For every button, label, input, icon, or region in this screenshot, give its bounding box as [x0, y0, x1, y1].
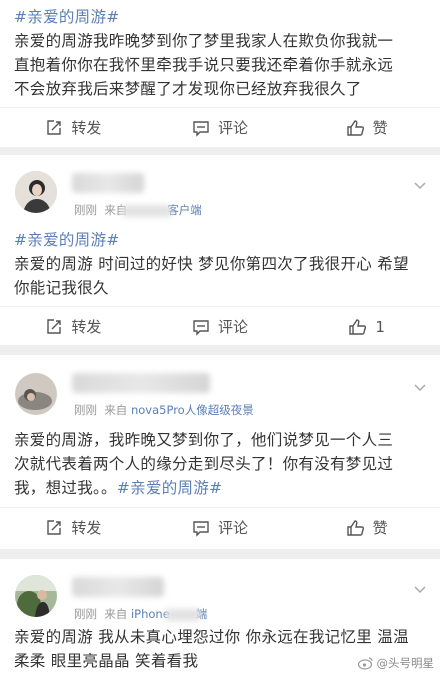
- repost-icon: [47, 519, 62, 535]
- chevron-down-icon[interactable]: [412, 177, 428, 193]
- post-4-header: 刚刚 来自 iPhone 端: [0, 569, 440, 625]
- source-blurred: [123, 204, 172, 217]
- post-1-line-2: 直抱着你你在我怀里牵我手说只要我还牵着你手就永远: [14, 56, 394, 74]
- post-card-4: 刚刚 来自 iPhone 端 亲爱的周游 我从未真心埋怨过你 你永远在我记忆里 温…: [0, 559, 440, 679]
- post-3-like-button[interactable]: 赞: [293, 508, 440, 547]
- post-4-line-1: 亲爱的周游 我从未真心埋怨过你 你永远在我记忆里 温温: [14, 628, 409, 646]
- card-divider: [0, 147, 440, 155]
- post-3-line-1: 亲爱的周游，我昨晚又梦到你了，他们说梦见一个人三: [14, 431, 394, 449]
- post-card-3: 刚刚 来自 nova5Pro人像超级夜景 亲爱的周游，我昨晚又梦到你了，他们说梦…: [0, 355, 440, 549]
- post-3-topic-tag[interactable]: #亲爱的周游#: [117, 479, 223, 497]
- post-2-text: #亲爱的周游# 亲爱的周游 时间过的好快 梦见你第四次了我很开心 希望 你能记我…: [0, 228, 423, 300]
- post-2-header: 刚刚 来自 客户端: [0, 165, 440, 221]
- post-2-line-1: 亲爱的周游 时间过的好快 梦见你第四次了我很开心 希望: [14, 255, 409, 273]
- username-blurred[interactable]: [72, 373, 210, 393]
- post-3-header: 刚刚 来自 nova5Pro人像超级夜景: [0, 365, 440, 421]
- post-2-line-2: 你能记我很久: [14, 279, 109, 297]
- repost-icon: [47, 318, 62, 334]
- avatar[interactable]: [15, 575, 57, 617]
- like-label: 赞: [372, 519, 388, 537]
- post-card-1: #亲爱的周游# 亲爱的周游我昨晚梦到你了梦里我家人在欺负你我就一 直抱着你你在我…: [0, 0, 440, 147]
- post-1-comment-button[interactable]: 评论: [147, 108, 294, 147]
- from-label: 来自: [104, 403, 128, 417]
- username-blurred[interactable]: [72, 577, 164, 597]
- like-count: 1: [375, 317, 385, 336]
- post-1-line-1: 亲爱的周游我昨晚梦到你了梦里我家人在欺负你我就一: [14, 32, 394, 50]
- thumbs-up-icon: [346, 519, 364, 536]
- post-3-line-3: 我，想过我。。#亲爱的周游#: [14, 476, 393, 500]
- post-1-repost-button[interactable]: 转发: [0, 108, 147, 147]
- post-3-comment-button[interactable]: 评论: [147, 508, 294, 547]
- post-1-action-bar: 转发 评论 赞: [0, 107, 440, 147]
- post-1-text: #亲爱的周游# 亲爱的周游我昨晚梦到你了梦里我家人在欺负你我就一 直抱着你你在我…: [0, 5, 407, 101]
- post-3-repost-button[interactable]: 转发: [0, 508, 147, 547]
- post-3-line-2: 次就代表着两个人的缘分走到尽头了！你有没有梦见过: [14, 455, 394, 473]
- post-source[interactable]: nova5Pro人像超级夜景: [131, 403, 254, 417]
- post-3-action-bar: 转发 评论 赞: [0, 507, 440, 547]
- post-4-line-2: 柔柔 眼里亮晶晶 笑着看我: [14, 652, 199, 670]
- thumbs-up-icon: [349, 318, 367, 335]
- comment-label: 评论: [218, 119, 249, 137]
- post-1-line-3: 不会放弃我后来梦醒了才发现你已经放弃我很久了: [14, 80, 362, 98]
- chevron-down-icon[interactable]: [412, 581, 428, 597]
- post-1-topic-tag[interactable]: #亲爱的周游#: [14, 8, 120, 26]
- comment-icon: [193, 120, 209, 137]
- from-label: 来自: [104, 607, 128, 621]
- post-3-line-3-text: 我，想过我。。: [14, 479, 117, 497]
- source-blurred: [165, 608, 200, 621]
- post-2-comment-button[interactable]: 评论: [147, 307, 294, 346]
- post-2-meta: 刚刚 来自 客户端: [74, 202, 202, 218]
- repost-label: 转发: [71, 119, 102, 137]
- comment-icon: [193, 520, 209, 537]
- card-divider: [0, 345, 440, 355]
- post-3-text: 亲爱的周游，我昨晚又梦到你了，他们说梦见一个人三 次就代表着两个人的缘分走到尽头…: [0, 428, 407, 500]
- repost-icon: [47, 119, 62, 135]
- watermark-text: @头号明星: [376, 656, 435, 670]
- post-time: 刚刚: [74, 203, 97, 217]
- post-time: 刚刚: [74, 607, 97, 621]
- watermark: @头号明星: [357, 655, 435, 671]
- username-blurred[interactable]: [72, 173, 144, 193]
- post-3-meta: 刚刚 来自 nova5Pro人像超级夜景: [74, 402, 254, 418]
- repost-label: 转发: [71, 519, 102, 537]
- post-source[interactable]: iPhone: [131, 607, 170, 621]
- avatar[interactable]: [15, 373, 57, 415]
- weibo-logo-icon: [357, 657, 373, 670]
- thumbs-up-icon: [346, 119, 364, 136]
- post-2-topic-tag[interactable]: #亲爱的周游#: [14, 231, 120, 249]
- comment-icon: [193, 319, 209, 336]
- post-2-repost-button[interactable]: 转发: [0, 307, 147, 346]
- post-time: 刚刚: [74, 403, 97, 417]
- comment-label: 评论: [218, 519, 249, 537]
- post-card-2: 刚刚 来自 客户端 #亲爱的周游# 亲爱的周游 时间过的好快 梦见你第四次了我很开…: [0, 155, 440, 345]
- repost-label: 转发: [71, 318, 102, 336]
- post-source[interactable]: 客户端: [167, 203, 202, 217]
- chevron-down-icon[interactable]: [412, 379, 428, 395]
- card-divider: [0, 549, 440, 559]
- like-label: 赞: [372, 119, 388, 137]
- post-2-action-bar: 转发 评论 1: [0, 306, 440, 346]
- comment-label: 评论: [218, 318, 249, 336]
- post-1-like-button[interactable]: 赞: [293, 108, 440, 147]
- post-2-like-button[interactable]: 1: [293, 307, 440, 346]
- post-4-meta: 刚刚 来自 iPhone 端: [74, 606, 207, 622]
- avatar[interactable]: [15, 171, 57, 213]
